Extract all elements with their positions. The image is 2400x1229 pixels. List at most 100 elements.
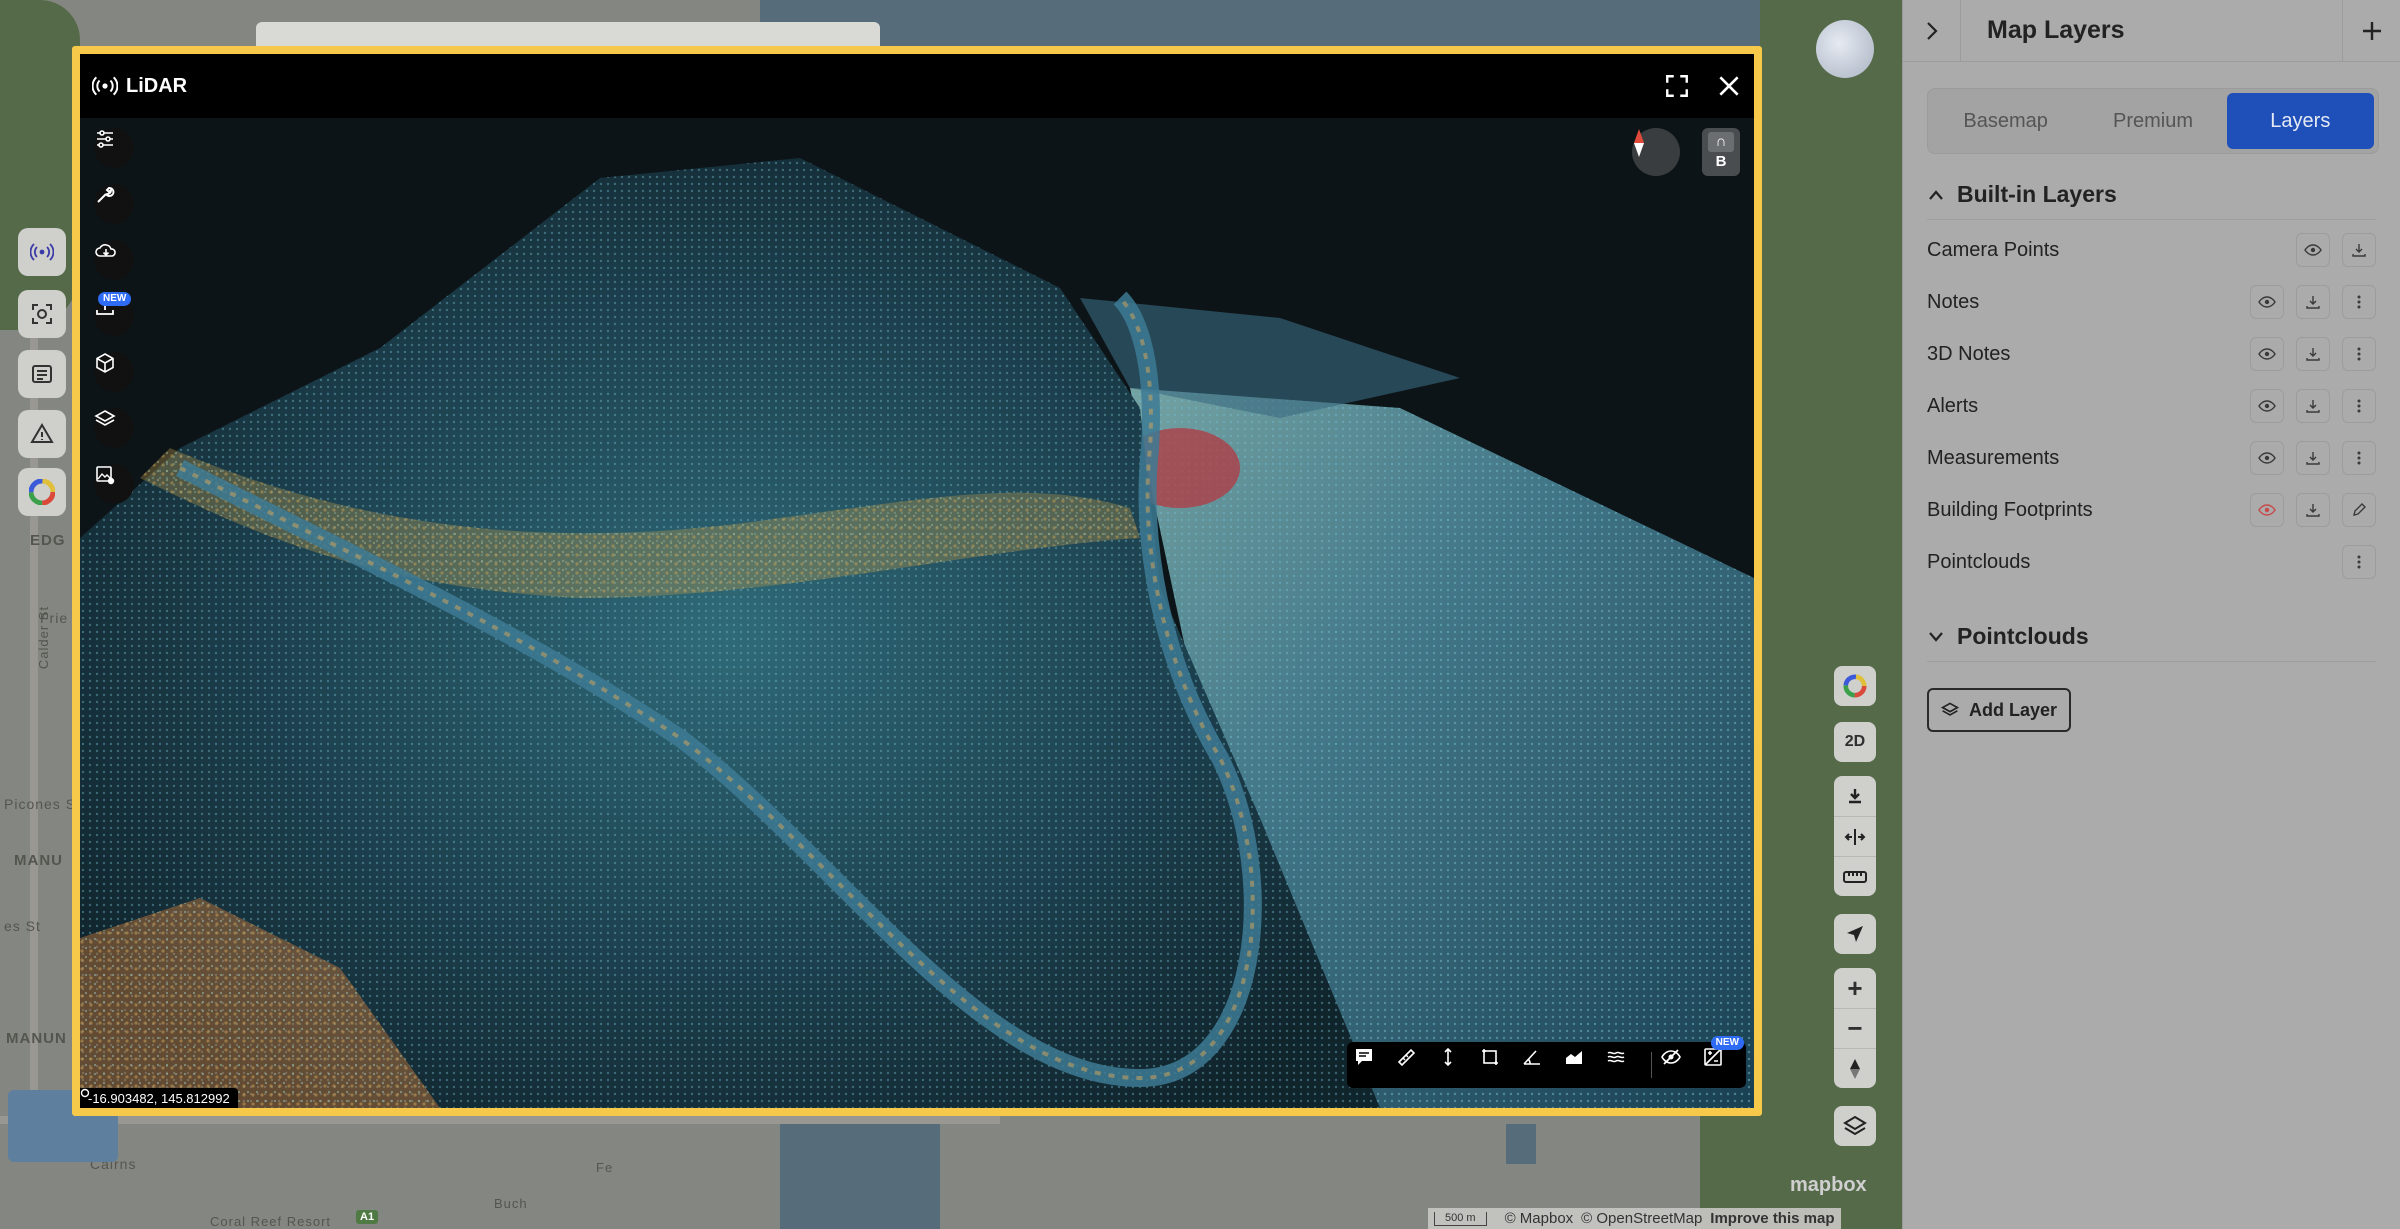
more-button[interactable] <box>2342 441 2376 475</box>
zoom-out-button[interactable]: − <box>1834 1008 1876 1048</box>
eye-button[interactable] <box>2250 389 2284 423</box>
notes-map-button[interactable] <box>18 350 66 398</box>
height-tool[interactable] <box>1437 1046 1475 1084</box>
pointclouds-header[interactable]: Pointclouds <box>1927 622 2376 662</box>
more-button[interactable] <box>2342 389 2376 423</box>
zoom-control[interactable]: + − <box>1834 968 1876 1088</box>
layers-tool[interactable] <box>94 408 134 448</box>
mapbox-logo: mapbox <box>1790 1174 1867 1196</box>
download-button[interactable] <box>2296 493 2330 527</box>
close-icon[interactable] <box>1716 73 1742 99</box>
image-settings-tool[interactable] <box>94 464 134 504</box>
locate-control[interactable] <box>1834 914 1876 954</box>
download-button[interactable] <box>2296 285 2330 319</box>
zoom-in-button[interactable]: + <box>1834 968 1876 1008</box>
3d-model-tool[interactable] <box>94 352 134 392</box>
eye-button[interactable] <box>2250 441 2284 475</box>
lidar-window[interactable]: LiDAR NEW ∩ B NEW -16.903482, 145.812992 <box>72 46 1762 1116</box>
split-icon <box>1844 828 1866 845</box>
download-icon <box>2306 400 2320 413</box>
hide-tool[interactable] <box>1660 1046 1698 1084</box>
add-button[interactable] <box>2342 0 2400 62</box>
scan-map-button[interactable] <box>18 290 66 338</box>
measurement-toolbar: NEW <box>1347 1036 1746 1088</box>
compass-button[interactable] <box>1632 128 1680 176</box>
height-icon <box>1444 1047 1452 1067</box>
route-badge: A1 <box>356 1210 379 1224</box>
compass-reset-button[interactable] <box>1834 1048 1876 1088</box>
avatar[interactable] <box>1816 20 1874 78</box>
color-control[interactable] <box>1834 666 1876 706</box>
ruler-icon <box>1843 870 1867 883</box>
map-layers-button[interactable] <box>1834 1106 1876 1146</box>
layer-row: Alerts <box>1927 380 2376 432</box>
more-vertical-icon <box>2357 399 2361 413</box>
broadcast-icon <box>92 76 118 96</box>
2d-toggle-button[interactable]: 2D <box>1834 722 1876 762</box>
plus-icon <box>2362 21 2381 40</box>
chevron-up-icon <box>1929 189 1943 200</box>
eye-off-button[interactable] <box>2250 493 2284 527</box>
lidar-header: LiDAR <box>80 54 1754 118</box>
coordinates-text: -16.903482, 145.812992 <box>88 1090 230 1106</box>
download-button[interactable] <box>2296 389 2330 423</box>
fullscreen-icon[interactable] <box>1664 73 1690 99</box>
locate-button[interactable] <box>1834 914 1876 954</box>
color-wheel-button[interactable] <box>1834 666 1876 706</box>
download-button[interactable] <box>2296 337 2330 371</box>
more-button[interactable] <box>2342 285 2376 319</box>
compass-needle-icon <box>1634 129 1644 157</box>
eye-off-icon <box>1661 1049 1681 1065</box>
profile-icon <box>1566 1051 1582 1064</box>
area-tool[interactable] <box>1479 1046 1517 1084</box>
download-button[interactable] <box>1834 776 1876 816</box>
add-layer-button[interactable]: Add Layer <box>1927 688 2071 732</box>
cube-icon <box>96 353 114 373</box>
image-settings-icon <box>96 466 115 485</box>
improve-map-link[interactable]: Improve this map <box>1710 1210 1834 1227</box>
lidar-map-button[interactable] <box>18 228 66 276</box>
layer-row: Notes <box>1927 276 2376 328</box>
tab-layers[interactable]: Layers <box>2226 93 2374 149</box>
note-tool[interactable] <box>1353 1046 1391 1084</box>
wrench-tool[interactable] <box>94 184 134 224</box>
edit-button[interactable] <box>2342 493 2376 527</box>
eye-button[interactable] <box>2250 337 2284 371</box>
compare-tool[interactable]: NEW <box>1702 1036 1744 1084</box>
ruler-button[interactable] <box>1834 856 1876 896</box>
color-map-button[interactable] <box>18 468 66 516</box>
color-wheel-icon <box>29 479 55 505</box>
built-in-layers-header[interactable]: Built-in Layers <box>1927 180 2376 220</box>
angle-tool[interactable] <box>1521 1046 1559 1084</box>
more-button[interactable] <box>2342 337 2376 371</box>
more-button[interactable] <box>2342 545 2376 579</box>
chevron-right-icon <box>1926 21 1938 40</box>
download-icon <box>2306 452 2320 465</box>
alerts-map-button[interactable] <box>18 410 66 458</box>
settings-tool[interactable] <box>94 128 134 168</box>
attribution-osm[interactable]: © OpenStreetMap <box>1581 1210 1702 1227</box>
eye-icon <box>2258 296 2276 308</box>
download-icon <box>2352 244 2366 257</box>
tools-control[interactable] <box>1834 776 1876 896</box>
layers-control[interactable] <box>1834 1106 1876 1146</box>
contour-tool[interactable] <box>1605 1046 1643 1084</box>
collapse-panel-button[interactable] <box>1903 0 1961 62</box>
cloud-download-tool[interactable] <box>94 240 134 280</box>
layer-name: Pointclouds <box>1927 550 2031 573</box>
layer-row: 3D Notes <box>1927 328 2376 380</box>
split-button[interactable] <box>1834 816 1876 856</box>
download-button[interactable] <box>2342 233 2376 267</box>
tab-basemap[interactable]: Basemap <box>1932 93 2079 149</box>
view-mode-toggle[interactable]: ∩ B <box>1702 128 1740 176</box>
eye-button[interactable] <box>2250 285 2284 319</box>
download-button[interactable] <box>2296 441 2330 475</box>
eye-button[interactable] <box>2296 233 2330 267</box>
2d-control[interactable]: 2D <box>1834 722 1876 762</box>
pointcloud-viewport[interactable]: NEW ∩ B NEW -16.903482, 145.812992 <box>80 118 1754 1108</box>
tab-premium[interactable]: Premium <box>2079 93 2226 149</box>
profile-tool[interactable] <box>1563 1046 1601 1084</box>
ruler-tool[interactable] <box>1395 1046 1433 1084</box>
attribution-mapbox[interactable]: © Mapbox <box>1505 1210 1574 1227</box>
more-vertical-icon <box>2357 295 2361 309</box>
